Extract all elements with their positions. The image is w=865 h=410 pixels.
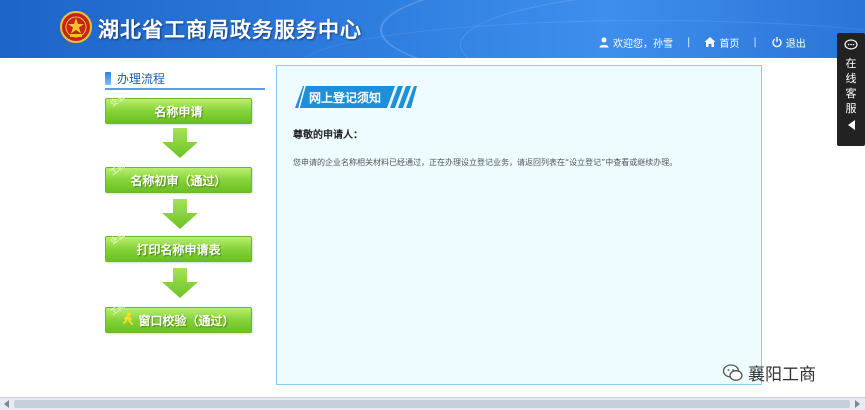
label-char: 客: [845, 87, 857, 100]
step-window-verification[interactable]: 工商 窗口校验（通过）: [105, 301, 252, 333]
site-title: 湖北省工商局政务服务中心: [98, 18, 362, 42]
user-greeting-text: 欢迎您，孙雪: [613, 38, 673, 50]
notice-greeting: 尊敬的申请人：: [293, 130, 363, 141]
step-name-initial-review[interactable]: 工商 名称初审（通过）: [105, 161, 252, 193]
home-link[interactable]: 首页: [704, 35, 739, 50]
step-label: 窗口校验（通过）: [138, 313, 235, 328]
separator: |: [753, 36, 757, 48]
arrow-down-icon: [162, 199, 198, 229]
user-greeting: 欢迎您，孙雪: [598, 35, 673, 50]
heading-marker: [105, 71, 111, 85]
step-name-application[interactable]: 企业 名称申请: [105, 92, 252, 124]
walking-person-icon: [123, 312, 134, 325]
process-heading-label: 办理流程: [117, 71, 166, 86]
notice-panel: 网上登记须知 尊敬的申请人： 您申请的企业名称相关材料已经通过，正在办理设立登记…: [276, 65, 762, 385]
watermark-text: 襄阳工商: [748, 365, 816, 385]
scrollbar-thumb[interactable]: [14, 400, 850, 408]
national-emblem-icon: [60, 11, 92, 43]
label-char: 服: [845, 102, 857, 115]
home-icon: [704, 37, 716, 47]
step-tag: 工商: [108, 160, 127, 178]
notice-banner-title: 网上登记须知: [309, 91, 382, 105]
step-print-application-form[interactable]: 企业 打印名称申请表: [105, 230, 252, 262]
power-icon: [772, 37, 782, 48]
step-tag: 企业: [108, 91, 127, 109]
logout-link-label: 退出: [785, 38, 806, 50]
label-char: 线: [845, 72, 857, 85]
step-tag: 企业: [108, 229, 127, 247]
user-bar: 欢迎您，孙雪 | 首页 | 退出: [598, 34, 806, 50]
collapse-arrow-icon[interactable]: [847, 120, 855, 130]
scroll-left-icon[interactable]: [2, 400, 12, 408]
step-label: 名称初审（通过）: [130, 173, 227, 188]
separator: |: [687, 36, 691, 48]
arrow-down-icon: [162, 268, 198, 298]
online-service-tab[interactable]: 在 线 客 服: [837, 33, 865, 146]
arrow-down-icon: [162, 128, 198, 158]
scroll-right-icon[interactable]: [852, 400, 862, 408]
notice-banner: 网上登记须知: [295, 85, 417, 109]
wechat-watermark: 襄阳工商: [722, 360, 816, 385]
process-heading: 办理流程: [105, 68, 265, 90]
notice-message: 您申请的企业名称相关材料已经通过，正在办理设立登记业务，请返回列表在“设立登记”…: [293, 158, 678, 167]
chat-icon: [844, 39, 858, 50]
horizontal-scrollbar[interactable]: [0, 397, 865, 410]
wechat-icon: [722, 363, 743, 381]
logout-link[interactable]: 退出: [771, 35, 806, 50]
step-label: 名称申请: [154, 104, 203, 119]
process-sidebar: 办理流程 企业 名称申请 工商 名称初审（通过） 企业 打印名称申请表 工商 窗…: [105, 68, 265, 333]
step-label: 打印名称申请表: [136, 242, 221, 257]
online-service-label: 在 线 客 服: [844, 56, 858, 116]
site-header: 湖北省工商局政务服务中心 欢迎您，孙雪 | 首页 | 退出: [0, 0, 865, 58]
label-char: 在: [845, 57, 857, 70]
home-link-label: 首页: [719, 38, 740, 50]
user-icon: [599, 37, 609, 48]
